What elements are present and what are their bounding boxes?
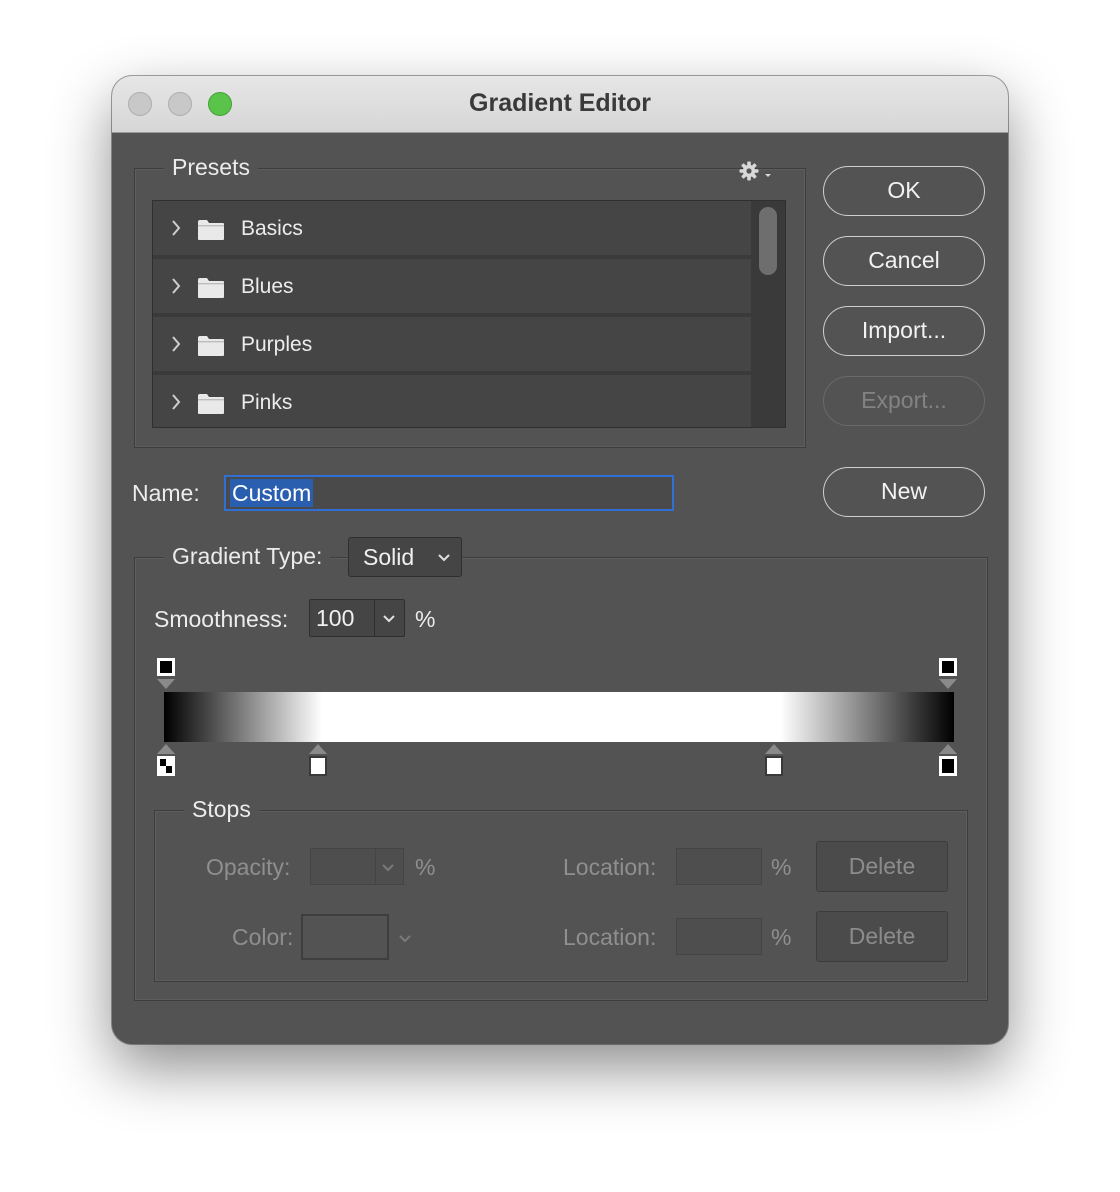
export-button[interactable]: Export... [823, 376, 985, 426]
gear-icon[interactable] [738, 160, 776, 184]
smoothness-unit: % [415, 606, 436, 632]
gradient-type-value: Solid [363, 544, 415, 570]
opacity-stop-marker[interactable] [156, 657, 176, 691]
stops-legend: Stops [184, 796, 259, 823]
chevron-down-icon[interactable] [382, 613, 396, 625]
gradient-preview-bar[interactable] [164, 692, 954, 742]
gradient-editor-window: Gradient Editor Presets Basics Blues Pur… [112, 76, 1008, 1044]
opacity-label: Opacity: [206, 854, 291, 880]
color-location-input[interactable] [676, 918, 762, 955]
folder-icon [198, 394, 224, 414]
chevron-right-icon[interactable] [169, 333, 183, 355]
cancel-button[interactable]: Cancel [823, 236, 985, 286]
preset-folder-purples[interactable]: Purples [153, 317, 751, 373]
preset-folder-label: Pinks [241, 391, 293, 414]
color-stop-marker[interactable] [308, 743, 328, 777]
presets-legend: Presets [164, 154, 258, 181]
smoothness-label: Smoothness: [154, 606, 289, 632]
title-bar: Gradient Editor [112, 76, 1008, 133]
color-stop-marker[interactable] [938, 743, 958, 777]
opacity-input[interactable] [310, 848, 404, 885]
color-stop-marker[interactable] [764, 743, 784, 777]
import-button[interactable]: Import... [823, 306, 985, 356]
chevron-right-icon[interactable] [169, 275, 183, 297]
gradient-type-select[interactable]: Solid [348, 537, 462, 577]
opacity-location-unit: % [771, 854, 792, 880]
opacity-location-input[interactable] [676, 848, 762, 885]
smoothness-field[interactable]: 100 [309, 599, 405, 637]
chevron-right-icon[interactable] [169, 391, 183, 413]
delete-opacity-stop-button[interactable]: Delete [816, 841, 948, 892]
folder-icon [198, 336, 224, 356]
chevron-down-icon[interactable] [381, 862, 395, 874]
folder-icon [198, 220, 224, 240]
opacity-unit: % [415, 854, 436, 880]
new-button[interactable]: New [823, 467, 985, 517]
preset-folder-blues[interactable]: Blues [153, 259, 751, 315]
presets-scrollbar-thumb[interactable] [759, 207, 777, 275]
name-label: Name: [132, 480, 200, 506]
preset-folder-basics[interactable]: Basics [153, 201, 751, 257]
color-label: Color: [232, 924, 294, 950]
preset-folder-label: Purples [241, 333, 313, 356]
color-location-label: Location: [563, 924, 657, 950]
opacity-stop-marker[interactable] [938, 657, 958, 691]
preset-folder-label: Basics [241, 217, 303, 240]
name-input[interactable]: Custom [224, 475, 674, 511]
ok-button[interactable]: OK [823, 166, 985, 216]
color-swatch[interactable] [301, 914, 389, 960]
presets-list[interactable]: Basics Blues Purples Pinks [152, 200, 786, 428]
chevron-down-icon [438, 554, 450, 562]
opacity-location-label: Location: [563, 854, 657, 880]
preset-folder-label: Blues [241, 275, 294, 298]
color-location-unit: % [771, 924, 792, 950]
color-stop-marker-selected[interactable] [156, 743, 176, 777]
window-title: Gradient Editor [469, 89, 651, 117]
delete-color-stop-button[interactable]: Delete [816, 911, 948, 962]
chevron-right-icon[interactable] [169, 217, 183, 239]
smoothness-value: 100 [316, 605, 355, 631]
folder-icon [198, 278, 224, 298]
gradient-type-label: Gradient Type: [164, 543, 331, 570]
name-input-value: Custom [230, 479, 314, 507]
chevron-down-icon[interactable] [398, 933, 412, 945]
preset-folder-pinks[interactable]: Pinks [153, 375, 751, 427]
